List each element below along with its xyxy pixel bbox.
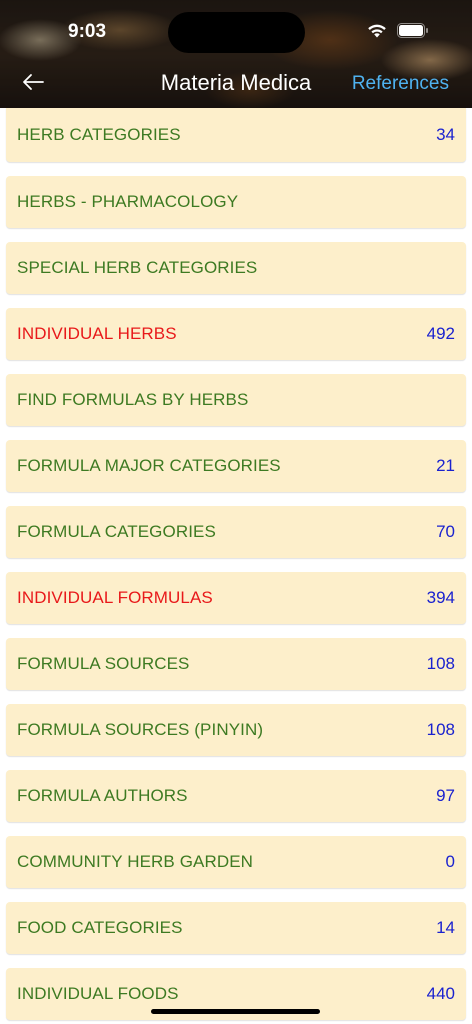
battery-icon	[397, 23, 428, 38]
list-item-label: FORMULA SOURCES (PINYIN)	[17, 720, 264, 739]
list-item[interactable]: INDIVIDUAL HERBS 492	[6, 308, 466, 360]
list-item-label: INDIVIDUAL FOODS	[17, 984, 179, 1003]
list-item-label: INDIVIDUAL FORMULAS	[17, 588, 213, 607]
wifi-icon	[368, 24, 386, 38]
list-item-count: 394	[426, 588, 455, 607]
list-item-label: SPECIAL HERB CATEGORIES	[17, 258, 258, 277]
list-item-label: INDIVIDUAL HERBS	[17, 324, 177, 343]
list-item-label: FORMULA CATEGORIES	[17, 522, 216, 541]
list-item-count: 440	[426, 984, 455, 1003]
status-time: 9:03	[68, 21, 107, 42]
references-button[interactable]: References	[352, 73, 449, 95]
list-item[interactable]: FIND FORMULAS BY HERBS	[6, 374, 466, 426]
list-item-count: 21	[436, 456, 455, 475]
list-item[interactable]: FORMULA CATEGORIES 70	[6, 506, 466, 558]
list-item[interactable]: FORMULA SOURCES (PINYIN) 108	[6, 704, 466, 756]
list-item[interactable]: FORMULA SOURCES 108	[6, 638, 466, 690]
list-item-label: FORMULA SOURCES	[17, 654, 190, 673]
list-item-label: FORMULA MAJOR CATEGORIES	[17, 456, 281, 475]
list-item-count: 108	[426, 720, 455, 739]
home-indicator	[151, 1009, 320, 1014]
list-item-count: 70	[436, 522, 455, 541]
list-item-count: 0	[445, 852, 455, 871]
list-item-label: HERB CATEGORIES	[17, 125, 181, 144]
list-item-count: 34	[436, 125, 455, 144]
list-item-count: 492	[426, 324, 455, 343]
list-item[interactable]: FOOD CATEGORIES 14	[6, 902, 466, 954]
materia-medica-list: HERB CATEGORIES 34 HERBS - PHARMACOLOGY SPE…	[6, 108, 466, 1024]
dynamic-island	[168, 12, 305, 53]
list-item[interactable]: INDIVIDUAL FORMULAS 394	[6, 572, 466, 624]
list-item-label: FIND FORMULAS BY HERBS	[17, 390, 249, 409]
list-item[interactable]: HERB CATEGORIES 34	[6, 108, 466, 162]
list-item[interactable]: SPECIAL HERB CATEGORIES	[6, 242, 466, 294]
list-item-count: 97	[436, 786, 455, 805]
list-item-label: FORMULA AUTHORS	[17, 786, 188, 805]
list-item[interactable]: COMMUNITY HERB GARDEN 0	[6, 836, 466, 888]
list-item-label: FOOD CATEGORIES	[17, 918, 183, 937]
list-item-label: COMMUNITY HERB GARDEN	[17, 852, 254, 871]
list-item-label: HERBS - PHARMACOLOGY	[17, 192, 239, 211]
list-item[interactable]: FORMULA AUTHORS 97	[6, 770, 466, 822]
nav-header: 9:03 Materia Medica References	[0, 0, 472, 108]
list-item[interactable]: FORMULA MAJOR CATEGORIES 21	[6, 440, 466, 492]
list-item-count: 14	[436, 918, 455, 937]
list-item-count: 108	[426, 654, 455, 673]
list-item[interactable]: HERBS - PHARMACOLOGY	[6, 176, 466, 228]
